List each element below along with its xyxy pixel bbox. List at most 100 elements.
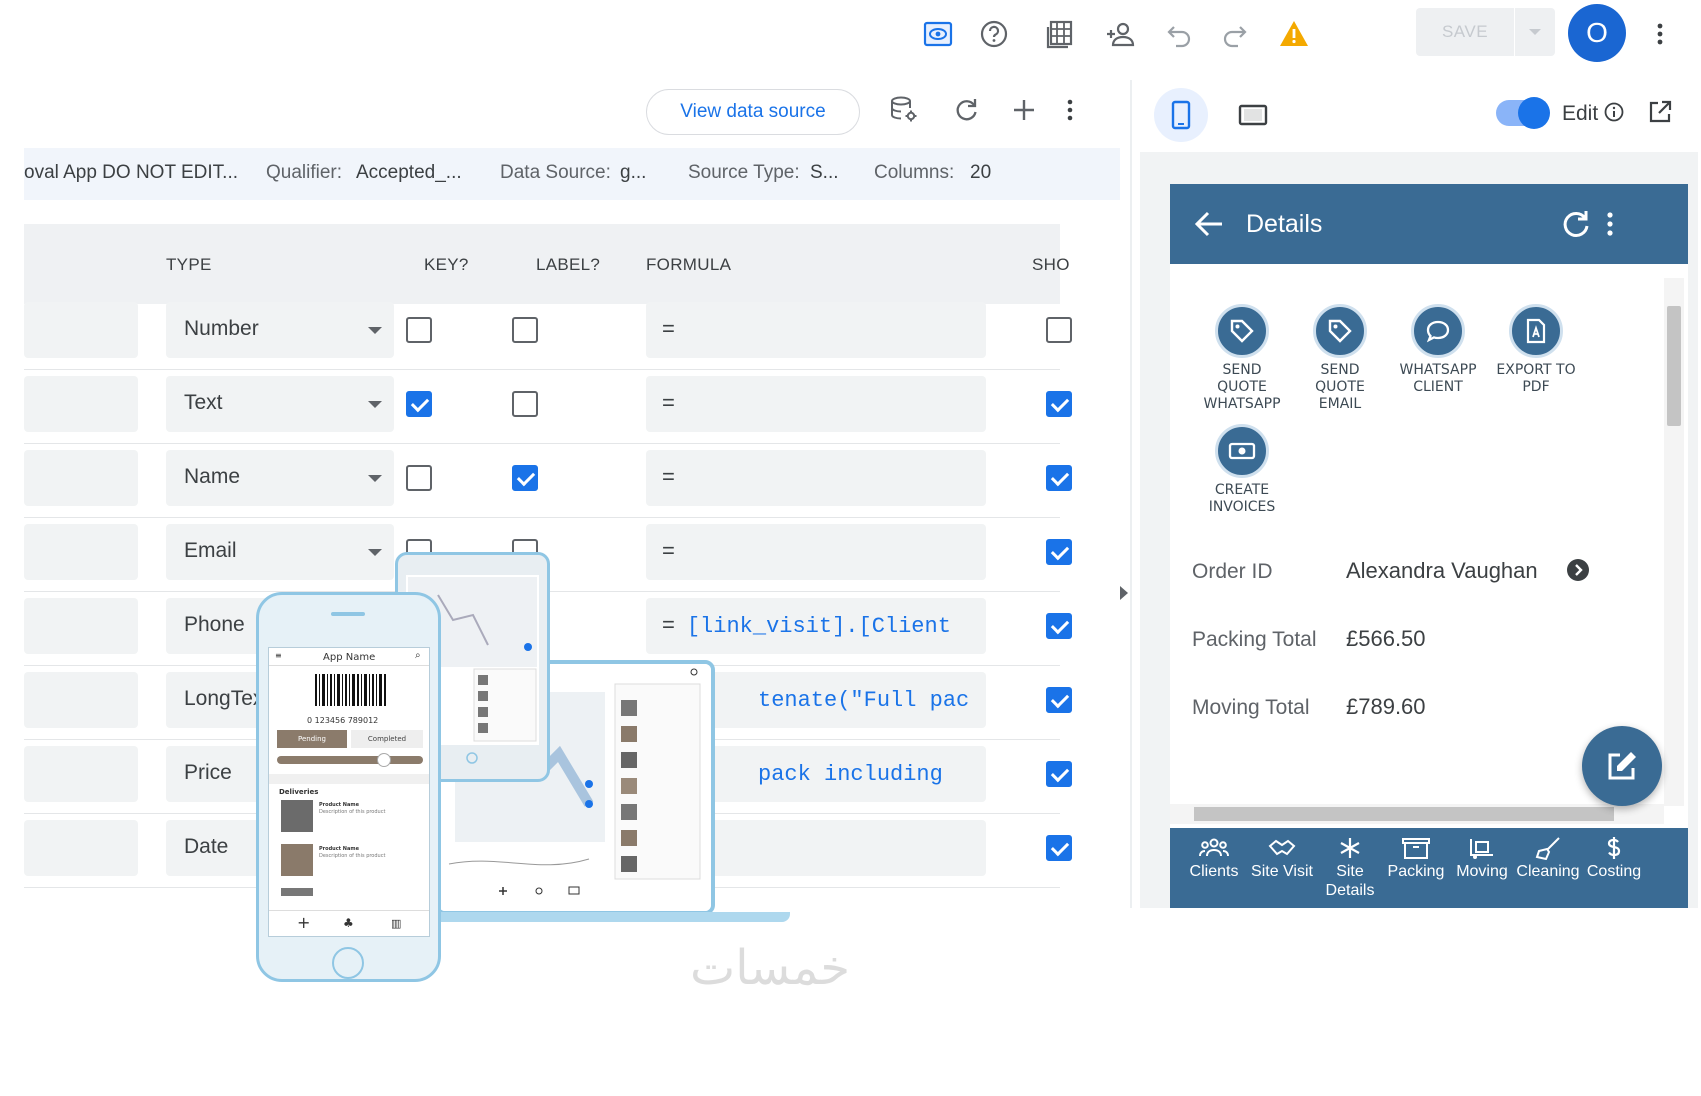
type-select[interactable]: Name bbox=[166, 450, 394, 506]
dropdown-caret-icon bbox=[368, 475, 382, 482]
action-create-invoices[interactable]: CREATE INVOICES bbox=[1188, 424, 1296, 516]
product-name: Product Name bbox=[319, 802, 359, 808]
key-checkbox[interactable] bbox=[406, 465, 432, 491]
deliveries-title: Deliveries bbox=[279, 788, 319, 796]
tablet-view-button[interactable] bbox=[1226, 88, 1280, 142]
action-whatsapp-client[interactable]: WHATSAPP CLIENT bbox=[1384, 304, 1492, 396]
database-settings-icon[interactable] bbox=[884, 90, 924, 130]
product-name: Product Name bbox=[319, 846, 359, 852]
action-send-quote-whatsapp[interactable]: SEND QUOTE WHATSAPP bbox=[1188, 304, 1296, 413]
refresh-icon[interactable] bbox=[946, 90, 986, 130]
nav-clients[interactable]: Clients bbox=[1178, 836, 1250, 881]
show-checkbox[interactable] bbox=[1046, 539, 1072, 565]
field-label-order-id: Order ID bbox=[1192, 560, 1273, 583]
edit-fab-button[interactable] bbox=[1582, 726, 1662, 806]
formula-field[interactable]: = bbox=[646, 376, 986, 432]
view-data-source-button[interactable]: View data source bbox=[646, 89, 860, 135]
column-name-field[interactable] bbox=[24, 820, 138, 876]
chevron-right-circle-icon[interactable] bbox=[1566, 558, 1590, 582]
action-send-quote-email[interactable]: SEND QUOTE EMAIL bbox=[1286, 304, 1394, 413]
header-key[interactable]: KEY? bbox=[424, 255, 469, 275]
field-label-packing-total: Packing Total bbox=[1192, 628, 1317, 651]
help-icon[interactable] bbox=[974, 14, 1014, 54]
product-description: Description of this product bbox=[319, 853, 386, 859]
edit-icon bbox=[1608, 752, 1636, 780]
add-person-icon[interactable] bbox=[1100, 14, 1140, 54]
refresh-icon[interactable] bbox=[1560, 208, 1592, 240]
column-name-field[interactable] bbox=[24, 672, 138, 728]
header-type[interactable]: TYPE bbox=[166, 255, 212, 275]
undo-icon[interactable] bbox=[1160, 14, 1200, 54]
column-name-field[interactable] bbox=[24, 376, 138, 432]
formula-prefix: = bbox=[662, 464, 675, 489]
label-checkbox[interactable] bbox=[512, 391, 538, 417]
barcode-number: 0 123456 789012 bbox=[307, 716, 379, 725]
more-vert-icon[interactable] bbox=[1050, 90, 1090, 130]
label-checkbox[interactable] bbox=[512, 465, 538, 491]
panel-divider[interactable] bbox=[1130, 80, 1132, 908]
barcode-image bbox=[315, 674, 386, 706]
formula-field[interactable]: = bbox=[646, 302, 986, 358]
add-icon[interactable] bbox=[1004, 90, 1044, 130]
column-name-field[interactable] bbox=[24, 524, 138, 580]
show-checkbox[interactable] bbox=[1046, 687, 1072, 713]
show-checkbox[interactable] bbox=[1046, 391, 1072, 417]
header-formula[interactable]: FORMULA bbox=[646, 255, 731, 275]
more-vert-icon[interactable] bbox=[1640, 14, 1680, 54]
avatar[interactable]: O bbox=[1568, 4, 1626, 62]
show-checkbox[interactable] bbox=[1046, 317, 1072, 343]
action-export-to-pdf[interactable]: EXPORT TO PDF bbox=[1482, 304, 1590, 396]
edit-label: Edit bbox=[1562, 102, 1624, 126]
warning-icon[interactable] bbox=[1274, 14, 1314, 54]
type-value: Price bbox=[184, 761, 232, 784]
key-checkbox[interactable] bbox=[406, 391, 432, 417]
save-options-button[interactable] bbox=[1515, 8, 1555, 56]
tag-icon bbox=[1328, 319, 1352, 343]
column-name-field[interactable] bbox=[24, 302, 138, 358]
save-button[interactable]: SAVE bbox=[1416, 8, 1514, 56]
header-label[interactable]: LABEL? bbox=[536, 255, 600, 275]
tablet-icon bbox=[1238, 104, 1268, 126]
nav-site-details[interactable]: Site Details bbox=[1314, 836, 1386, 900]
formula-field[interactable]: = bbox=[646, 450, 986, 506]
phone-app-name: App Name bbox=[323, 652, 376, 663]
info-icon[interactable] bbox=[1604, 102, 1624, 122]
nav-cleaning[interactable]: Cleaning bbox=[1512, 836, 1584, 881]
mobile-view-button[interactable] bbox=[1154, 88, 1208, 142]
nav-packing[interactable]: Packing bbox=[1380, 836, 1452, 881]
type-select[interactable]: Text bbox=[166, 376, 394, 432]
add-icon: + bbox=[297, 913, 311, 932]
column-name-field[interactable] bbox=[24, 450, 138, 506]
label-checkbox[interactable] bbox=[512, 317, 538, 343]
column-name-field[interactable] bbox=[24, 746, 138, 802]
header-show[interactable]: SHO bbox=[1032, 255, 1070, 275]
spreadsheet-icon[interactable] bbox=[1040, 14, 1080, 54]
source-type-label: Source Type: bbox=[688, 162, 800, 183]
vertical-scrollbar[interactable] bbox=[1664, 278, 1684, 806]
horizontal-scrollbar[interactable] bbox=[1170, 804, 1664, 824]
key-checkbox[interactable] bbox=[406, 317, 432, 343]
app-bottom-nav: Clients Site Visit Site Details Packing M… bbox=[1170, 828, 1688, 908]
show-checkbox[interactable] bbox=[1046, 465, 1072, 491]
chat-bubble-icon bbox=[1426, 320, 1450, 343]
nav-moving[interactable]: Moving bbox=[1446, 836, 1518, 881]
box-icon bbox=[1402, 838, 1430, 859]
dollar-icon bbox=[1607, 837, 1621, 859]
column-name-field[interactable] bbox=[24, 598, 138, 654]
type-select[interactable]: Number bbox=[166, 302, 394, 358]
edit-toggle[interactable] bbox=[1496, 97, 1550, 129]
show-checkbox[interactable] bbox=[1046, 613, 1072, 639]
preview-icon[interactable] bbox=[918, 14, 958, 54]
expand-arrow-icon[interactable] bbox=[1120, 586, 1128, 600]
redo-icon[interactable] bbox=[1214, 14, 1254, 54]
back-arrow-icon[interactable] bbox=[1192, 208, 1226, 240]
field-value-order-id[interactable]: Alexandra Vaughan bbox=[1346, 558, 1538, 584]
show-checkbox[interactable] bbox=[1046, 835, 1072, 861]
nav-costing[interactable]: Costing bbox=[1578, 836, 1650, 881]
open-external-icon[interactable] bbox=[1646, 98, 1674, 131]
more-vert-icon[interactable] bbox=[1602, 206, 1618, 242]
show-checkbox[interactable] bbox=[1046, 761, 1072, 787]
data-source-value: g... bbox=[620, 162, 647, 183]
nav-site-visit[interactable]: Site Visit bbox=[1246, 836, 1318, 881]
qualifier-value: Accepted_... bbox=[356, 162, 462, 183]
